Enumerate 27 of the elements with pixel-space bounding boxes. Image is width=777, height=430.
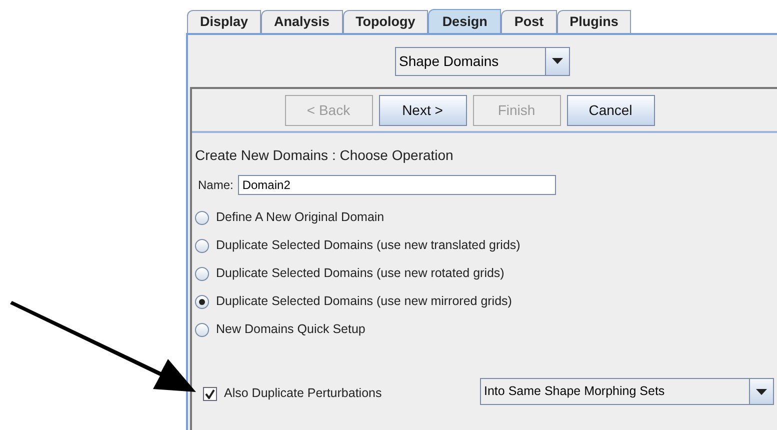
target-dropdown[interactable]: Into Same Shape Morphing Sets bbox=[480, 378, 774, 405]
radio-label: Duplicate Selected Domains (use new rotated grids) bbox=[216, 265, 504, 282]
caret-icon bbox=[749, 379, 773, 404]
radio-button[interactable] bbox=[195, 238, 209, 252]
radio-button[interactable] bbox=[195, 294, 209, 308]
radio-button[interactable] bbox=[195, 266, 209, 280]
name-label: Name: bbox=[198, 177, 234, 194]
radio-button[interactable] bbox=[195, 322, 209, 336]
checkbox[interactable] bbox=[203, 386, 217, 400]
checkbox-label: Also Duplicate Perturbations bbox=[224, 385, 383, 402]
tab[interactable]: Plugins bbox=[556, 10, 632, 33]
radio-label: Duplicate Selected Domains (use new translated grids) bbox=[216, 237, 520, 254]
tab[interactable]: Design bbox=[428, 9, 502, 34]
shape-domains-dropdown[interactable]: Shape Domains bbox=[395, 46, 570, 76]
radio-label: Duplicate Selected Domains (use new mirrored grids) bbox=[216, 293, 512, 310]
radio-label: Define A New Original Domain bbox=[216, 209, 384, 226]
radio-label: New Domains Quick Setup bbox=[216, 321, 366, 338]
caret-icon bbox=[545, 48, 569, 74]
tab[interactable]: Post bbox=[501, 10, 557, 33]
tab[interactable]: Analysis bbox=[261, 10, 343, 33]
name-input-field[interactable]: Domain2 bbox=[238, 175, 556, 195]
radio-button[interactable] bbox=[195, 210, 209, 224]
tab[interactable]: Topology bbox=[342, 10, 428, 33]
wizard-button[interactable]: Cancel bbox=[566, 95, 654, 126]
section-heading: Create New Domains : Choose Operation bbox=[195, 146, 454, 165]
tab[interactable]: Display bbox=[187, 10, 262, 33]
wizard-button[interactable]: Next > bbox=[378, 95, 466, 126]
